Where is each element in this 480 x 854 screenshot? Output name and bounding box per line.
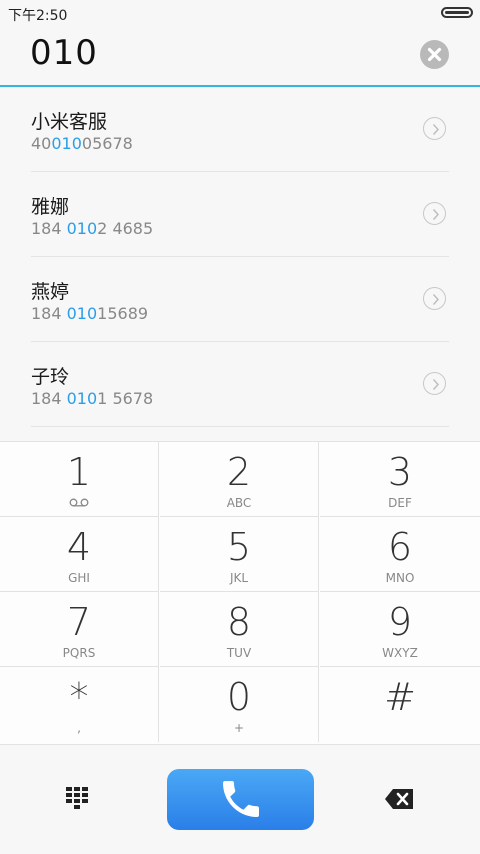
key-star[interactable]: * , — [0, 667, 159, 742]
chevron-right-icon[interactable] — [423, 202, 446, 225]
dial-input-area: 010 — [0, 26, 480, 87]
key-8[interactable]: 8 TUV — [160, 592, 319, 667]
key-6[interactable]: 6 MNO — [320, 517, 480, 592]
call-button[interactable] — [167, 769, 314, 830]
dialed-number-field[interactable]: 010 — [30, 33, 98, 73]
phone-icon — [223, 781, 259, 817]
backspace-icon[interactable] — [385, 788, 414, 810]
contact-result-row[interactable]: 子玲 184 0101 5678 — [31, 342, 449, 427]
chevron-right-icon[interactable] — [423, 117, 446, 140]
contact-name: 燕婷 — [31, 281, 70, 303]
key-3[interactable]: 3 DEF — [320, 442, 480, 517]
contact-name: 子玲 — [31, 366, 70, 388]
contact-name: 雅娜 — [31, 196, 70, 218]
key-hash[interactable]: # — [320, 667, 480, 742]
dialpad-icon[interactable] — [66, 787, 92, 811]
key-9[interactable]: 9 WXYZ — [320, 592, 480, 667]
key-2[interactable]: 2 ABC — [160, 442, 319, 517]
contact-number: 184 0102 4685 — [31, 219, 154, 238]
chevron-right-icon[interactable] — [423, 287, 446, 310]
contact-result-row[interactable]: 小米客服 4001005678 — [31, 87, 449, 172]
chevron-right-icon[interactable] — [423, 372, 446, 395]
contact-result-row[interactable]: 燕婷 184 01015689 — [31, 257, 449, 342]
clear-icon[interactable] — [420, 40, 449, 69]
contact-number: 184 01015689 — [31, 304, 149, 323]
status-bar: 下午2:50 — [0, 0, 480, 26]
contact-number: 4001005678 — [31, 134, 133, 153]
key-0[interactable]: 0 + — [160, 667, 319, 742]
key-7[interactable]: 7 PQRS — [0, 592, 159, 667]
contact-number: 184 0101 5678 — [31, 389, 154, 408]
battery-icon — [441, 7, 473, 18]
key-4[interactable]: 4 GHI — [0, 517, 159, 592]
key-5[interactable]: 5 JKL — [160, 517, 319, 592]
dial-keypad: 1 2 ABC 3 DEF 4 GHI 5 JKL 6 MNO 7 PQRS 8… — [0, 441, 480, 745]
key-1[interactable]: 1 — [0, 442, 159, 517]
contact-result-row[interactable]: 雅娜 184 0102 4685 — [31, 172, 449, 257]
contact-name: 小米客服 — [31, 111, 108, 133]
voicemail-icon — [69, 498, 89, 507]
bottom-action-bar — [0, 744, 480, 854]
contact-results-list: 小米客服 4001005678 雅娜 184 0102 4685 燕婷 184 … — [0, 87, 480, 427]
status-time: 下午2:50 — [8, 8, 68, 24]
